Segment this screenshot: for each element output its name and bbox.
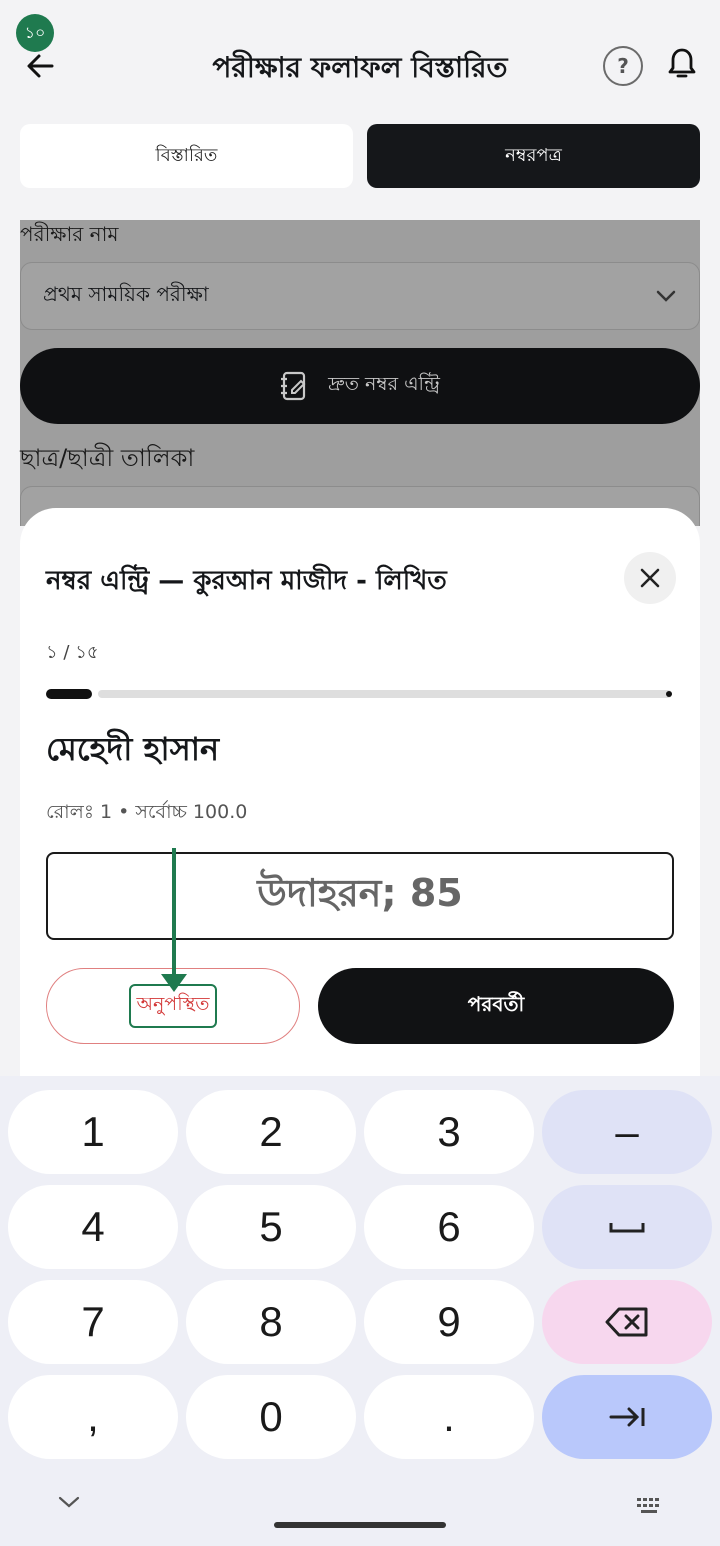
next-label: পরবর্তী (467, 991, 525, 1016)
key-4[interactable]: 4 (8, 1185, 178, 1269)
sheet-title: নম্বর এন্ট্রি — কুরআন মাজীদ - লিখিত (46, 566, 447, 596)
key-3[interactable]: 3 (364, 1090, 534, 1174)
tab-next-icon (609, 1407, 645, 1427)
space-icon (609, 1223, 645, 1233)
close-button[interactable] (624, 552, 676, 604)
key-1[interactable]: 1 (8, 1090, 178, 1174)
chevron-down-icon (656, 290, 676, 302)
key-5[interactable]: 5 (186, 1185, 356, 1269)
key-7[interactable]: 7 (8, 1280, 178, 1364)
tab-label: নম্বরপত্র (505, 144, 562, 166)
close-icon (640, 568, 660, 588)
exam-select[interactable]: প্রথম সাময়িক পরীক্ষা (20, 262, 700, 330)
key-8[interactable]: 8 (186, 1280, 356, 1364)
student-name: মেহেদী হাসান (46, 730, 220, 768)
key-next-field[interactable] (542, 1375, 712, 1459)
marks-input[interactable]: উদাহরন; 85 (46, 852, 674, 940)
marks-input-placeholder: উদাহরন; 85 (257, 871, 463, 915)
progress-end-dot (666, 691, 672, 697)
progress-fill (46, 689, 92, 699)
question-icon: ? (617, 54, 629, 78)
key-minus[interactable]: – (542, 1090, 712, 1174)
tab-marksheet[interactable]: নম্বরপত্র (367, 124, 700, 188)
key-space[interactable] (542, 1185, 712, 1269)
keyboard-hide-icon[interactable] (56, 1494, 82, 1510)
student-meta: রোলঃ 1 • সর্বোচ্চ 100.0 (46, 801, 248, 823)
progress-track (98, 690, 672, 698)
keyboard-switch-icon[interactable] (636, 1496, 664, 1516)
key-6[interactable]: 6 (364, 1185, 534, 1269)
notification-button[interactable] (662, 44, 702, 84)
student-counter: ১ / ১৫ (46, 642, 99, 663)
notebook-edit-icon (281, 371, 306, 401)
home-indicator[interactable] (274, 1522, 446, 1528)
next-button[interactable]: পরবর্তী (318, 968, 674, 1044)
key-period[interactable]: . (364, 1375, 534, 1459)
exam-select-value: প্রথম সাময়িক পরীক্ষা (43, 281, 209, 306)
key-2[interactable]: 2 (186, 1090, 356, 1174)
annotation-arrow-head (161, 974, 187, 992)
quick-entry-label: দ্রুত নম্বর এন্ট্রি (328, 373, 440, 395)
key-comma[interactable]: , (8, 1375, 178, 1459)
exam-name-label: পরীক্ষার নাম (20, 222, 119, 246)
tab-label: বিস্তারিত (155, 144, 218, 166)
key-backspace[interactable] (542, 1280, 712, 1364)
annotation-arrow-line (172, 848, 176, 978)
student-list-label: ছাত্র/ছাত্রী তালিকা (20, 444, 195, 472)
backspace-icon (605, 1307, 648, 1337)
key-0[interactable]: 0 (186, 1375, 356, 1459)
help-button[interactable]: ? (603, 46, 643, 86)
tab-details[interactable]: বিস্তারিত (20, 124, 353, 188)
bell-icon (668, 48, 696, 78)
marks-entry-sheet: নম্বর এন্ট্রি — কুরআন মাজীদ - লিখিত ১ / … (20, 508, 700, 1078)
key-9[interactable]: 9 (364, 1280, 534, 1364)
quick-entry-button[interactable]: দ্রুত নম্বর এন্ট্রি (20, 348, 700, 424)
